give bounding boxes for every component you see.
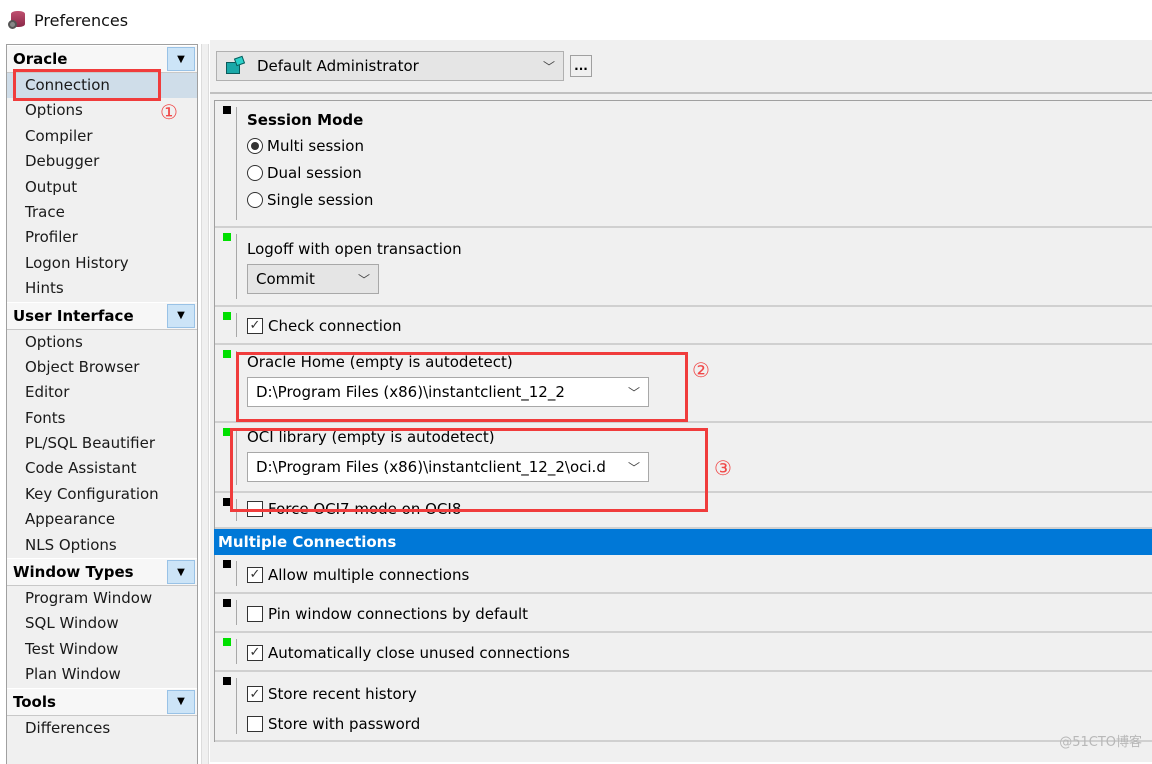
auto-close-row: ✓ Automatically close unused connections [215,633,1152,672]
window-title: Preferences [34,10,129,30]
group-label: Window Types [13,563,134,582]
chevron-down-icon: ﹀ [357,272,370,287]
status-marker [223,560,231,568]
checkbox[interactable] [247,716,263,732]
checkbox-label: Store with password [268,715,421,733]
annotation-number-2: ② [692,358,710,382]
radio-button[interactable] [247,164,263,181]
store-history-checkbox[interactable]: ✓ Store recent history [247,679,1152,709]
sidebar-item-fonts[interactable]: Fonts [7,406,197,431]
status-marker [223,233,231,241]
sidebar-group-tools[interactable]: Tools ▼ [7,687,197,716]
status-marker [223,350,231,358]
toolbar: Default Administrator ﹀ ... [210,40,1152,94]
checkbox[interactable]: ✓ [247,686,263,702]
auto-close-checkbox[interactable]: ✓ Automatically close unused connections [247,639,1152,666]
logoff-select[interactable]: Commit ﹀ [247,264,379,294]
checkbox[interactable]: ✓ [247,566,263,583]
store-history-row: ✓ Store recent history Store with passwo… [215,672,1152,742]
sidebar-item-sql-window[interactable]: SQL Window [7,611,197,636]
group-label: Tools [13,692,56,711]
dropdown-arrow-icon[interactable]: ▼ [167,303,195,328]
logoff-label: Logoff with open transaction [247,240,462,258]
pin-window-row: Pin window connections by default [215,594,1152,633]
store-password-checkbox[interactable]: Store with password [247,709,1152,739]
checkbox-label: Pin window connections by default [268,604,529,623]
sidebar-item-nls-options[interactable]: NLS Options [7,533,197,558]
radio-label: Single session [267,190,374,209]
dropdown-arrow-icon[interactable]: ▼ [167,560,195,585]
radio-multi-session[interactable]: Multi session [247,132,1152,159]
profile-select[interactable]: Default Administrator ﹀ [216,51,564,81]
session-mode-row: Session Mode Multi session Dual session … [215,101,1152,228]
admin-blocks-icon [225,55,247,76]
watermark: @51CTO博客 [1059,735,1142,750]
sidebar-item-differences[interactable]: Differences [7,716,197,741]
sidebar-item-output[interactable]: Output [7,175,197,200]
preferences-sidebar: Oracle ▼ Connection Options Compiler Deb… [6,44,198,764]
sidebar-item-compiler[interactable]: Compiler [7,124,197,149]
annotation-box-2 [236,352,688,422]
checkbox-label: Allow multiple connections [268,565,470,584]
dropdown-arrow-icon[interactable]: ▼ [167,689,195,714]
annotation-box-1 [13,69,161,101]
sidebar-item-program-window[interactable]: Program Window [7,586,197,611]
checkbox[interactable] [247,605,263,622]
sidebar-item-hints[interactable]: Hints [7,276,197,301]
dropdown-arrow-icon[interactable]: ▼ [167,47,195,71]
logoff-row: Logoff with open transaction Commit ﹀ [215,228,1152,307]
pin-window-checkbox[interactable]: Pin window connections by default [247,600,1152,627]
status-marker [223,106,231,114]
sidebar-item-plan-window[interactable]: Plan Window [7,662,197,687]
group-label: Oracle [13,50,68,68]
annotation-number-3: ③ [714,456,732,480]
allow-multiple-checkbox[interactable]: ✓ Allow multiple connections [247,561,1152,588]
checkbox-label: Automatically close unused connections [268,643,570,662]
status-marker [223,677,231,685]
checkbox[interactable]: ✓ [247,644,263,661]
sidebar-item-logon-history[interactable]: Logon History [7,251,197,276]
sidebar-item-editor[interactable]: Editor [7,380,197,405]
check-connection-checkbox[interactable]: ✓ Check connection [247,312,1152,339]
radio-label: Multi session [267,136,364,155]
radio-button[interactable] [247,137,263,154]
checkbox[interactable]: ✓ [247,317,263,334]
checkbox-label: Store recent history [268,685,417,703]
radio-dual-session[interactable]: Dual session [247,159,1152,186]
logoff-value: Commit [256,270,315,288]
multiple-connections-header: Multiple Connections [214,529,1152,555]
status-marker [223,599,231,607]
checkbox-label: Check connection [268,316,402,335]
database-gear-icon [8,10,28,30]
status-marker [223,638,231,646]
sidebar-group-user-interface[interactable]: User Interface ▼ [7,301,197,330]
sidebar-item-key-configuration[interactable]: Key Configuration [7,482,197,507]
group-label: User Interface [13,306,134,325]
sidebar-item-trace[interactable]: Trace [7,200,197,225]
sidebar-item-debugger[interactable]: Debugger [7,149,197,174]
sidebar-item-object-browser[interactable]: Object Browser [7,355,197,380]
sidebar-item-test-window[interactable]: Test Window [7,637,197,662]
sidebar-group-window-types[interactable]: Window Types ▼ [7,558,197,587]
session-mode-title: Session Mode [247,111,364,129]
radio-single-session[interactable]: Single session [247,186,1152,213]
annotation-number-1: ① [160,100,178,124]
allow-multiple-row: ✓ Allow multiple connections [215,555,1152,594]
sidebar-item-code-assistant[interactable]: Code Assistant [7,456,197,481]
sidebar-item-ui-options[interactable]: Options [7,330,197,355]
splitter[interactable] [201,44,209,764]
sidebar-item-appearance[interactable]: Appearance [7,507,197,532]
radio-label: Dual session [267,163,362,182]
window-titlebar: Preferences [0,0,1152,40]
radio-button[interactable] [247,191,263,208]
status-marker [223,312,231,320]
sidebar-item-plsql-beautifier[interactable]: PL/SQL Beautifier [7,431,197,456]
profile-value: Default Administrator [257,57,419,75]
sidebar-item-profiler[interactable]: Profiler [7,225,197,250]
annotation-box-3 [230,428,708,512]
check-connection-row: ✓ Check connection [215,307,1152,345]
chevron-down-icon: ﹀ [542,59,555,74]
more-button[interactable]: ... [570,55,592,77]
